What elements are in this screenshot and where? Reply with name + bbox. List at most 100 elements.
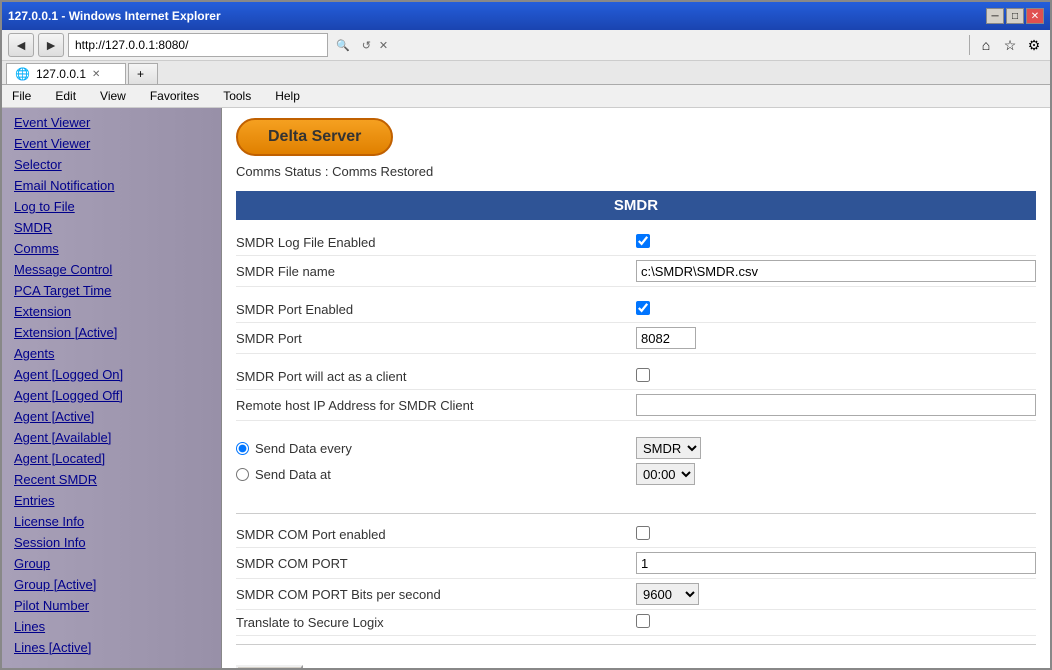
- minimize-button[interactable]: ─: [986, 8, 1004, 24]
- sidebar-item-lines-active[interactable]: Lines [Active]: [2, 637, 221, 658]
- tab-favicon: 🌐: [15, 67, 30, 81]
- sidebar-item-email-notification[interactable]: Email Notification: [2, 175, 221, 196]
- send-data-every-select[interactable]: SMDR Hour Day: [636, 437, 701, 459]
- smdr-com-port-input[interactable]: [636, 552, 1036, 574]
- sidebar-item-extension-active[interactable]: Extension [Active]: [2, 322, 221, 343]
- tab-bar: 🌐 127.0.0.1 ✕ +: [2, 61, 1050, 85]
- divider1: [236, 513, 1036, 514]
- sidebar-item-agents[interactable]: Agents: [2, 343, 221, 364]
- menu-bar: File Edit View Favorites Tools Help: [2, 85, 1050, 108]
- sidebar-item-log-to-file[interactable]: Log to File: [2, 196, 221, 217]
- title-bar: 127.0.0.1 - Windows Internet Explorer ─ …: [2, 2, 1050, 30]
- sidebar-item-message-control[interactable]: Message Control: [2, 259, 221, 280]
- sidebar-item-pilot-number[interactable]: Pilot Number: [2, 595, 221, 616]
- translate-secure-logix-checkbox[interactable]: [636, 614, 650, 628]
- main-content: Event Viewer Event Viewer Selector Email…: [2, 108, 1050, 668]
- smdr-port-input[interactable]: [636, 327, 696, 349]
- smdr-com-port-enabled-value: [636, 526, 1036, 543]
- window-title: 127.0.0.1 - Windows Internet Explorer: [8, 9, 221, 23]
- sidebar-item-group-active[interactable]: Group [Active]: [2, 574, 221, 595]
- smdr-com-port-bps-row: SMDR COM PORT Bits per second 9600 19200…: [236, 579, 1036, 610]
- remote-host-ip-input[interactable]: [636, 394, 1036, 416]
- sidebar: Event Viewer Event Viewer Selector Email…: [2, 108, 222, 668]
- smdr-port-label: SMDR Port: [236, 331, 636, 346]
- new-tab-button[interactable]: +: [128, 63, 158, 84]
- sidebar-item-agent-logged-off[interactable]: Agent [Logged Off]: [2, 385, 221, 406]
- main-window: 127.0.0.1 - Windows Internet Explorer ─ …: [0, 0, 1052, 670]
- home-icon[interactable]: ⌂: [976, 35, 996, 55]
- smdr-file-name-row: SMDR File name: [236, 256, 1036, 287]
- remote-host-ip-value: [636, 394, 1036, 416]
- sidebar-item-lines[interactable]: Lines: [2, 616, 221, 637]
- sidebar-item-smdr[interactable]: SMDR: [2, 217, 221, 238]
- smdr-port-client-value: [636, 368, 1036, 385]
- translate-secure-logix-row: Translate to Secure Logix: [236, 610, 1036, 636]
- sidebar-item-agent-available[interactable]: Agent [Available]: [2, 427, 221, 448]
- gap2: [236, 354, 1036, 364]
- delta-server-button[interactable]: Delta Server: [236, 118, 393, 156]
- smdr-log-file-enabled-checkbox[interactable]: [636, 234, 650, 248]
- smdr-com-port-enabled-label: SMDR COM Port enabled: [236, 527, 636, 542]
- gap4: [236, 495, 1036, 505]
- sidebar-item-pca-target-time[interactable]: PCA Target Time: [2, 280, 221, 301]
- maximize-button[interactable]: □: [1006, 8, 1024, 24]
- tab-close-button[interactable]: ✕: [92, 69, 100, 80]
- menu-view[interactable]: View: [96, 87, 130, 105]
- settings-icon[interactable]: ⚙: [1024, 35, 1044, 55]
- sidebar-item-license-info[interactable]: License Info: [2, 511, 221, 532]
- translate-secure-logix-value: [636, 614, 1036, 631]
- smdr-file-name-input[interactable]: [636, 260, 1036, 282]
- smdr-port-client-checkbox[interactable]: [636, 368, 650, 382]
- smdr-file-name-value: [636, 260, 1036, 282]
- favorites-icon[interactable]: ☆: [1000, 35, 1020, 55]
- sidebar-item-event-viewer-1[interactable]: Event Viewer: [2, 112, 221, 133]
- menu-edit[interactable]: Edit: [51, 87, 80, 105]
- smdr-com-port-enabled-checkbox[interactable]: [636, 526, 650, 540]
- toolbar-separator: [969, 35, 970, 55]
- send-data-group: Send Data every SMDR Hour Day Send Data …: [236, 431, 1036, 495]
- menu-help[interactable]: Help: [271, 87, 304, 105]
- send-data-at-radio[interactable]: [236, 468, 249, 481]
- sidebar-item-session-info[interactable]: Session Info: [2, 532, 221, 553]
- smdr-com-port-enabled-row: SMDR COM Port enabled: [236, 522, 1036, 548]
- send-data-every-row: Send Data every SMDR Hour Day: [236, 437, 1036, 459]
- sidebar-item-extension[interactable]: Extension: [2, 301, 221, 322]
- active-tab[interactable]: 🌐 127.0.0.1 ✕: [6, 63, 126, 84]
- menu-tools[interactable]: Tools: [219, 87, 255, 105]
- smdr-com-port-label: SMDR COM PORT: [236, 556, 636, 571]
- smdr-port-enabled-row: SMDR Port Enabled: [236, 297, 1036, 323]
- divider2: [236, 644, 1036, 645]
- sidebar-item-event-viewer-2[interactable]: Event Viewer: [2, 133, 221, 154]
- sidebar-item-comms[interactable]: Comms: [2, 238, 221, 259]
- close-button[interactable]: ✕: [1026, 8, 1044, 24]
- send-data-every-label: Send Data every: [236, 441, 636, 456]
- menu-file[interactable]: File: [8, 87, 35, 105]
- back-button[interactable]: ◄: [8, 33, 34, 57]
- smdr-com-port-bps-select[interactable]: 9600 19200 38400: [636, 583, 699, 605]
- send-data-at-select[interactable]: 00:00 01:00 02:00: [636, 463, 695, 485]
- sidebar-item-entries[interactable]: Entries: [2, 490, 221, 511]
- gap1: [236, 287, 1036, 297]
- address-bar[interactable]: [68, 33, 328, 57]
- sidebar-item-agent-active[interactable]: Agent [Active]: [2, 406, 221, 427]
- smdr-port-enabled-checkbox[interactable]: [636, 301, 650, 315]
- remote-host-ip-row: Remote host IP Address for SMDR Client: [236, 390, 1036, 421]
- smdr-log-file-enabled-label: SMDR Log File Enabled: [236, 235, 636, 250]
- smdr-log-file-enabled-value: [636, 234, 1036, 251]
- sidebar-item-agent-logged-on[interactable]: Agent [Logged On]: [2, 364, 221, 385]
- send-data-every-radio[interactable]: [236, 442, 249, 455]
- window-controls: ─ □ ✕: [986, 8, 1044, 24]
- sidebar-item-recent-smdr[interactable]: Recent SMDR: [2, 469, 221, 490]
- apply-button[interactable]: apply: [236, 665, 303, 668]
- smdr-port-client-label: SMDR Port will act as a client: [236, 369, 636, 384]
- smdr-port-value: [636, 327, 1036, 349]
- sidebar-item-selector[interactable]: Selector: [2, 154, 221, 175]
- smdr-com-port-value: [636, 552, 1036, 574]
- browser-toolbar: ◄ ► 🔍 ↺ ✕ ⌂ ☆ ⚙: [2, 30, 1050, 61]
- sidebar-item-agent-located[interactable]: Agent [Located]: [2, 448, 221, 469]
- forward-button[interactable]: ►: [38, 33, 64, 57]
- sidebar-item-group[interactable]: Group: [2, 553, 221, 574]
- tab-label: 127.0.0.1: [36, 67, 86, 81]
- comms-status: Comms Status : Comms Restored: [236, 164, 1036, 179]
- menu-favorites[interactable]: Favorites: [146, 87, 203, 105]
